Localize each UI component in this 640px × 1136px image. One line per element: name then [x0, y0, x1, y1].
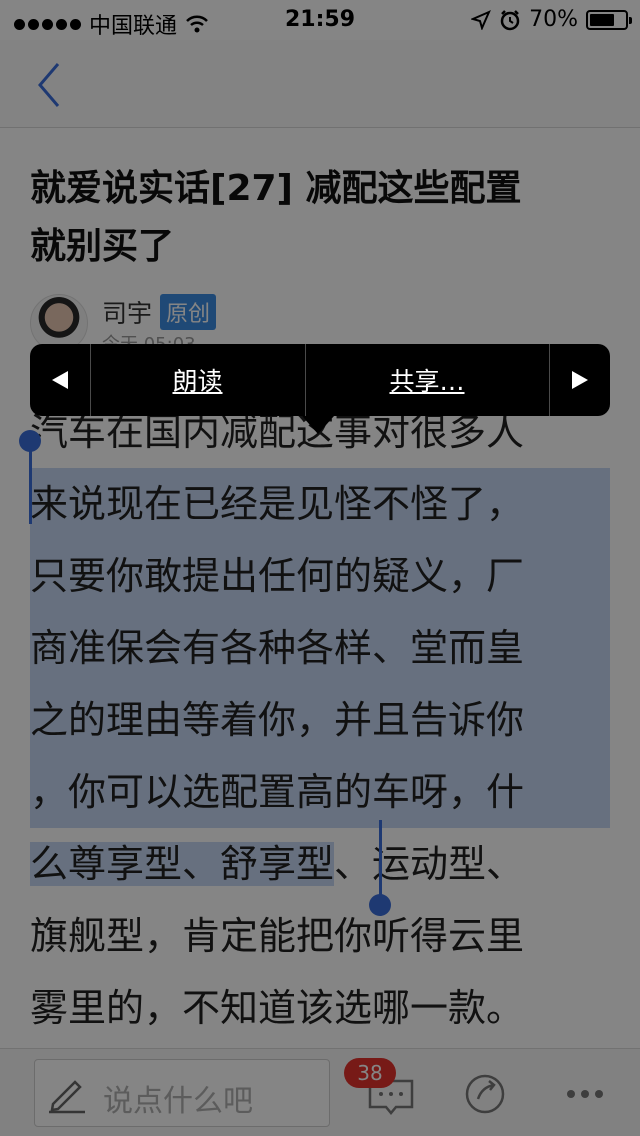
share-menu-label: 共享…: [389, 367, 465, 396]
callout-next-button[interactable]: [549, 344, 610, 416]
triangle-right-icon: [571, 371, 588, 389]
status-right: 70%: [471, 7, 632, 32]
title-line-1: 就爱说实话[27] 减配这些配置: [30, 168, 522, 209]
callout-prev-button[interactable]: [30, 344, 90, 416]
body-line: 只要你敢提出任何的疑义，厂: [30, 540, 610, 612]
body-line: 旗舰型，肯定能把你听得云里: [30, 914, 525, 958]
original-badge: 原创: [160, 294, 217, 330]
battery-fill: [590, 13, 614, 26]
author-name[interactable]: 司宇: [102, 294, 152, 330]
share-menu-button[interactable]: 共享…: [305, 344, 549, 416]
pencil-icon: [49, 1080, 85, 1114]
comment-placeholder: 说点什么吧: [103, 1084, 253, 1119]
author-row: 司宇 原创: [102, 294, 217, 330]
share-icon[interactable]: [460, 1067, 510, 1117]
alarm-icon: [500, 9, 520, 30]
bottom-toolbar: 说点什么吧: [0, 1048, 640, 1136]
article-body[interactable]: 汽车在国内减配这事对很多人 来说现在已经是见怪不怪了， 只要你敢提出任何的疑义，…: [30, 396, 610, 1044]
selection-end-bar: [379, 820, 382, 898]
article-title: 就爱说实话[27] 减配这些配置 就别买了: [30, 160, 610, 276]
more-icon[interactable]: [560, 1067, 610, 1117]
battery-icon: [586, 9, 632, 30]
body-line: 雾里的，不知道该选哪一款。: [30, 986, 525, 1030]
selection-callout-menu: 朗读 共享…: [30, 344, 610, 416]
chevron-left-icon[interactable]: [30, 60, 70, 110]
selection-end-handle[interactable]: [369, 894, 391, 916]
comment-input[interactable]: 说点什么吧: [34, 1059, 330, 1127]
status-bar: 中国联通 21:59 70%: [0, 0, 640, 40]
body-line: 商准保会有各种各样、堂而皇: [30, 612, 610, 684]
nav-bar: [0, 40, 640, 128]
selected-text-end: 么尊享型、舒享型: [30, 842, 335, 886]
body-line: 之的理由等着你，并且告诉你: [30, 684, 610, 756]
location-arrow-icon: [471, 9, 492, 30]
comment-count-badge: 38: [344, 1058, 396, 1088]
title-line-2: 就别买了: [30, 226, 175, 267]
body-line: 来说现在已经是见怪不怪了，: [30, 468, 610, 540]
selection-start-bar: [29, 444, 32, 524]
battery-percent: 70%: [529, 7, 578, 32]
body-line: 么尊享型、舒享型、运动型、: [30, 828, 610, 900]
body-line: ，你可以选配置高的车呀，什: [30, 756, 610, 828]
read-aloud-button[interactable]: 朗读: [90, 344, 305, 416]
unselected-text: 、运动型、: [334, 842, 525, 886]
callout-pointer: [302, 416, 334, 434]
triangle-left-icon: [52, 371, 68, 389]
read-aloud-label: 朗读: [172, 367, 223, 396]
